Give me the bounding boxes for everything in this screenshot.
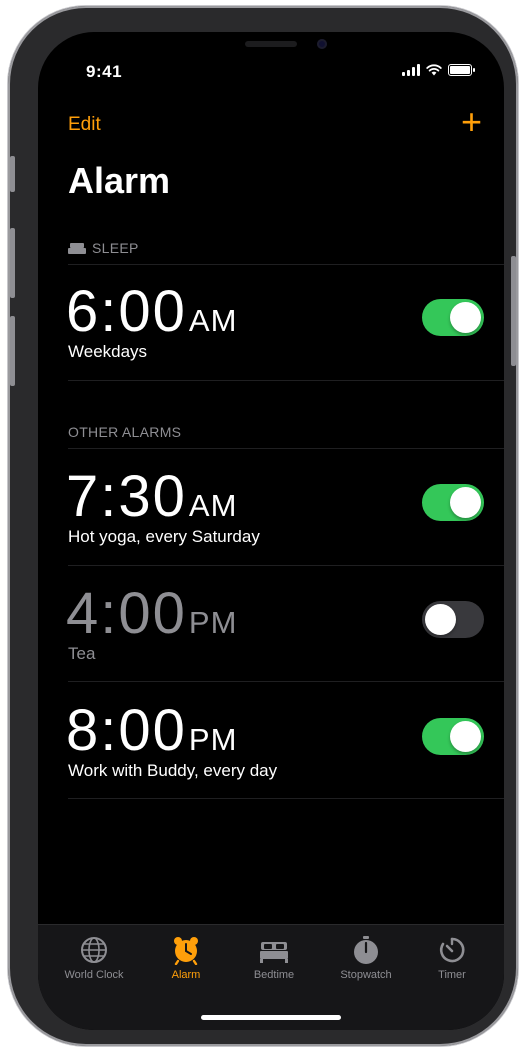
toggle-knob [450, 302, 481, 333]
speaker-grille [245, 41, 297, 47]
alarm-toggle[interactable] [422, 601, 484, 638]
status-icons [402, 64, 475, 76]
alarm-row[interactable]: 8:00PM Work with Buddy, every day [38, 695, 504, 811]
tab-world-clock[interactable]: World Clock [54, 935, 134, 981]
divider [68, 264, 504, 265]
screen: 9:41 Edit + Alarm SLEEP 6:00AM Weekdays … [38, 32, 504, 1030]
alarm-label: Tea [68, 644, 96, 663]
tab-label: Timer [438, 969, 466, 981]
tab-bedtime[interactable]: Bedtime [234, 935, 314, 981]
tab-label: Stopwatch [340, 969, 392, 981]
timer-icon [439, 937, 465, 963]
sleep-section-label: SLEEP [92, 240, 139, 256]
alarm-row-sleep[interactable]: 6:00AM Weekdays [38, 276, 504, 392]
other-alarms-section-header: OTHER ALARMS [68, 424, 181, 440]
divider [68, 448, 504, 449]
alarm-toggle[interactable] [422, 484, 484, 521]
alarm-toggle[interactable] [422, 299, 484, 336]
power-button [511, 256, 516, 366]
tab-label: Alarm [171, 969, 201, 981]
alarm-label: Weekdays [68, 342, 148, 361]
bed-icon [260, 942, 288, 963]
divider [68, 380, 504, 381]
front-camera [317, 39, 327, 49]
volume-down-button [10, 316, 15, 386]
toggle-knob [450, 721, 481, 752]
home-indicator[interactable] [201, 1015, 341, 1020]
alarm-row[interactable]: 7:30AM Hot yoga, every Saturday [38, 461, 504, 577]
stopwatch-icon [354, 936, 378, 964]
tab-stopwatch[interactable]: Stopwatch [326, 935, 406, 981]
tab-timer[interactable]: Timer [412, 935, 492, 981]
alarm-clock-icon [174, 937, 198, 965]
other-alarms-section-label: OTHER ALARMS [68, 424, 182, 440]
page-title: Alarm [68, 160, 171, 201]
alarm-row[interactable]: 4:00PM Tea [38, 578, 504, 694]
mute-switch [10, 156, 15, 192]
add-alarm-button[interactable]: + [461, 104, 482, 140]
toggle-knob [425, 604, 456, 635]
tab-alarm[interactable]: Alarm [146, 935, 226, 981]
tab-bar: World Clock Alarm Bedtime Stopwatch Time… [38, 924, 504, 1030]
alarm-toggle[interactable] [422, 718, 484, 755]
divider [68, 565, 504, 566]
toggle-knob [450, 487, 481, 518]
wifi-icon [426, 64, 442, 76]
alarm-label: Work with Buddy, every day [68, 761, 278, 780]
phone-frame: 9:41 Edit + Alarm SLEEP 6:00AM Weekdays … [8, 6, 518, 1046]
cellular-signal-icon [402, 64, 420, 76]
divider [68, 681, 504, 682]
battery-icon [448, 64, 475, 76]
edit-button[interactable]: Edit [68, 114, 101, 136]
bed-icon [68, 242, 86, 254]
alarm-label: Hot yoga, every Saturday [68, 527, 260, 546]
tab-label: Bedtime [253, 969, 295, 981]
status-time: 9:41 [86, 62, 123, 81]
globe-icon [81, 937, 107, 963]
volume-up-button [10, 228, 15, 298]
navigation-bar: Edit + [38, 104, 504, 150]
divider [68, 798, 504, 799]
sleep-section-header: SLEEP [68, 240, 139, 256]
notch [164, 32, 378, 64]
tab-label: World Clock [64, 969, 124, 981]
